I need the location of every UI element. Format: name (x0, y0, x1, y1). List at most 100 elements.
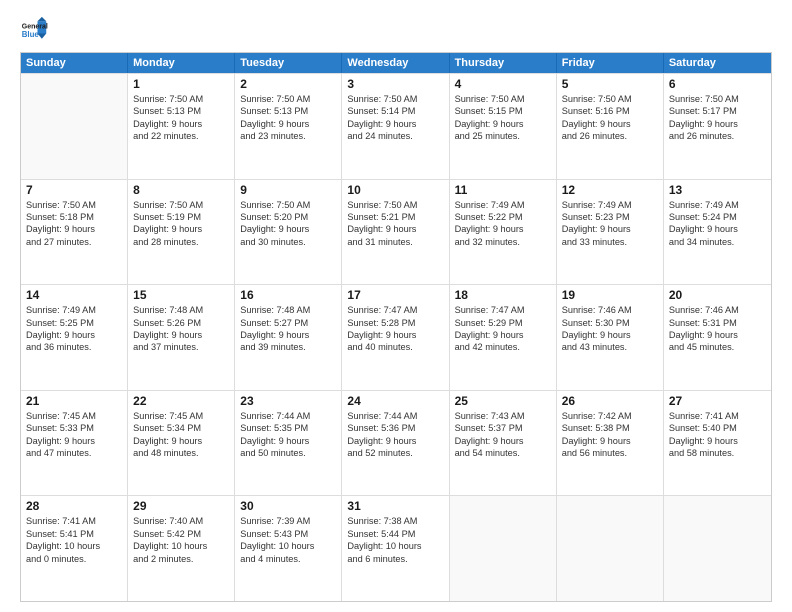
day-info: Sunrise: 7:50 AMSunset: 5:21 PMDaylight:… (347, 199, 443, 249)
calendar-header: SundayMondayTuesdayWednesdayThursdayFrid… (21, 53, 771, 73)
day-info: Sunrise: 7:44 AMSunset: 5:35 PMDaylight:… (240, 410, 336, 460)
cal-cell-r4c5 (557, 496, 664, 601)
day-number: 21 (26, 394, 122, 408)
day-number: 23 (240, 394, 336, 408)
calendar-row-4: 28 Sunrise: 7:41 AMSunset: 5:41 PMDayligh… (21, 495, 771, 601)
cal-cell-r3c0: 21Sunrise: 7:45 AMSunset: 5:33 PMDayligh… (21, 391, 128, 496)
header-day-sunday: Sunday (21, 53, 128, 73)
header-day-saturday: Saturday (664, 53, 771, 73)
cal-cell-r1c2: 9 Sunrise: 7:50 AMSunset: 5:20 PMDaylight… (235, 180, 342, 285)
cal-cell-r0c4: 4 Sunrise: 7:50 AMSunset: 5:15 PMDaylight… (450, 74, 557, 179)
header: General Blue (20, 16, 772, 44)
day-number: 27 (669, 394, 766, 408)
cal-cell-r4c3: 31Sunrise: 7:38 AMSunset: 5:44 PMDayligh… (342, 496, 449, 601)
header-day-wednesday: Wednesday (342, 53, 449, 73)
cal-cell-r0c5: 5 Sunrise: 7:50 AMSunset: 5:16 PMDaylight… (557, 74, 664, 179)
cal-cell-r4c2: 30 Sunrise: 7:39 AMSunset: 5:43 PMDayligh… (235, 496, 342, 601)
day-number: 5 (562, 77, 658, 91)
day-number: 30 (240, 499, 336, 513)
day-number: 22 (133, 394, 229, 408)
cal-cell-r1c6: 13Sunrise: 7:49 AMSunset: 5:24 PMDayligh… (664, 180, 771, 285)
page: General Blue SundayMondayTuesdayWednesda… (0, 0, 792, 612)
day-info: Sunrise: 7:38 AMSunset: 5:44 PMDaylight:… (347, 515, 443, 565)
calendar-row-2: 14Sunrise: 7:49 AMSunset: 5:25 PMDayligh… (21, 284, 771, 390)
day-info: Sunrise: 7:50 AMSunset: 5:13 PMDaylight:… (133, 93, 229, 143)
header-day-friday: Friday (557, 53, 664, 73)
cal-cell-r2c6: 20 Sunrise: 7:46 AMSunset: 5:31 PMDayligh… (664, 285, 771, 390)
cal-cell-r2c1: 15 Sunrise: 7:48 AMSunset: 5:26 PMDayligh… (128, 285, 235, 390)
day-info: Sunrise: 7:40 AMSunset: 5:42 PMDaylight:… (133, 515, 229, 565)
day-info: Sunrise: 7:39 AMSunset: 5:43 PMDaylight:… (240, 515, 336, 565)
day-info: Sunrise: 7:50 AMSunset: 5:13 PMDaylight:… (240, 93, 336, 143)
day-number: 2 (240, 77, 336, 91)
logo-icon: General Blue (20, 16, 48, 44)
cal-cell-r1c1: 8 Sunrise: 7:50 AMSunset: 5:19 PMDaylight… (128, 180, 235, 285)
calendar-row-0: 1 Sunrise: 7:50 AMSunset: 5:13 PMDaylight… (21, 73, 771, 179)
calendar-row-3: 21Sunrise: 7:45 AMSunset: 5:33 PMDayligh… (21, 390, 771, 496)
cal-cell-r3c6: 27 Sunrise: 7:41 AMSunset: 5:40 PMDayligh… (664, 391, 771, 496)
day-number: 20 (669, 288, 766, 302)
day-info: Sunrise: 7:50 AMSunset: 5:16 PMDaylight:… (562, 93, 658, 143)
day-number: 11 (455, 183, 551, 197)
day-info: Sunrise: 7:50 AMSunset: 5:15 PMDaylight:… (455, 93, 551, 143)
day-number: 17 (347, 288, 443, 302)
header-day-tuesday: Tuesday (235, 53, 342, 73)
day-number: 18 (455, 288, 551, 302)
day-number: 4 (455, 77, 551, 91)
cal-cell-r1c4: 11 Sunrise: 7:49 AMSunset: 5:22 PMDayligh… (450, 180, 557, 285)
cal-cell-r2c2: 16Sunrise: 7:48 AMSunset: 5:27 PMDayligh… (235, 285, 342, 390)
day-info: Sunrise: 7:41 AMSunset: 5:41 PMDaylight:… (26, 515, 122, 565)
day-info: Sunrise: 7:47 AMSunset: 5:28 PMDaylight:… (347, 304, 443, 354)
day-number: 10 (347, 183, 443, 197)
cal-cell-r3c5: 26Sunrise: 7:42 AMSunset: 5:38 PMDayligh… (557, 391, 664, 496)
cal-cell-r0c1: 1 Sunrise: 7:50 AMSunset: 5:13 PMDaylight… (128, 74, 235, 179)
day-info: Sunrise: 7:49 AMSunset: 5:23 PMDaylight:… (562, 199, 658, 249)
day-number: 6 (669, 77, 766, 91)
svg-text:Blue: Blue (22, 30, 40, 39)
day-info: Sunrise: 7:41 AMSunset: 5:40 PMDaylight:… (669, 410, 766, 460)
day-info: Sunrise: 7:50 AMSunset: 5:19 PMDaylight:… (133, 199, 229, 249)
day-number: 12 (562, 183, 658, 197)
calendar-body: 1 Sunrise: 7:50 AMSunset: 5:13 PMDaylight… (21, 73, 771, 601)
day-info: Sunrise: 7:48 AMSunset: 5:27 PMDaylight:… (240, 304, 336, 354)
day-info: Sunrise: 7:42 AMSunset: 5:38 PMDaylight:… (562, 410, 658, 460)
day-info: Sunrise: 7:47 AMSunset: 5:29 PMDaylight:… (455, 304, 551, 354)
cal-cell-r4c6 (664, 496, 771, 601)
day-info: Sunrise: 7:46 AMSunset: 5:31 PMDaylight:… (669, 304, 766, 354)
day-info: Sunrise: 7:44 AMSunset: 5:36 PMDaylight:… (347, 410, 443, 460)
calendar: SundayMondayTuesdayWednesdayThursdayFrid… (20, 52, 772, 602)
day-number: 13 (669, 183, 766, 197)
logo: General Blue (20, 16, 48, 44)
day-info: Sunrise: 7:49 AMSunset: 5:22 PMDaylight:… (455, 199, 551, 249)
day-number: 8 (133, 183, 229, 197)
cal-cell-r1c0: 7Sunrise: 7:50 AMSunset: 5:18 PMDaylight… (21, 180, 128, 285)
day-info: Sunrise: 7:50 AMSunset: 5:14 PMDaylight:… (347, 93, 443, 143)
cal-cell-r1c3: 10 Sunrise: 7:50 AMSunset: 5:21 PMDayligh… (342, 180, 449, 285)
cal-cell-r1c5: 12 Sunrise: 7:49 AMSunset: 5:23 PMDayligh… (557, 180, 664, 285)
cal-cell-r2c3: 17 Sunrise: 7:47 AMSunset: 5:28 PMDayligh… (342, 285, 449, 390)
cal-cell-r0c3: 3Sunrise: 7:50 AMSunset: 5:14 PMDaylight… (342, 74, 449, 179)
day-number: 29 (133, 499, 229, 513)
day-info: Sunrise: 7:50 AMSunset: 5:20 PMDaylight:… (240, 199, 336, 249)
day-info: Sunrise: 7:45 AMSunset: 5:34 PMDaylight:… (133, 410, 229, 460)
day-info: Sunrise: 7:46 AMSunset: 5:30 PMDaylight:… (562, 304, 658, 354)
cal-cell-r4c0: 28 Sunrise: 7:41 AMSunset: 5:41 PMDayligh… (21, 496, 128, 601)
calendar-row-1: 7Sunrise: 7:50 AMSunset: 5:18 PMDaylight… (21, 179, 771, 285)
day-number: 19 (562, 288, 658, 302)
cal-cell-r3c2: 23 Sunrise: 7:44 AMSunset: 5:35 PMDayligh… (235, 391, 342, 496)
header-day-monday: Monday (128, 53, 235, 73)
day-number: 15 (133, 288, 229, 302)
cal-cell-r3c1: 22 Sunrise: 7:45 AMSunset: 5:34 PMDayligh… (128, 391, 235, 496)
cal-cell-r0c0 (21, 74, 128, 179)
cal-cell-r0c6: 6Sunrise: 7:50 AMSunset: 5:17 PMDaylight… (664, 74, 771, 179)
cal-cell-r3c3: 24Sunrise: 7:44 AMSunset: 5:36 PMDayligh… (342, 391, 449, 496)
day-number: 9 (240, 183, 336, 197)
cal-cell-r2c0: 14Sunrise: 7:49 AMSunset: 5:25 PMDayligh… (21, 285, 128, 390)
day-number: 28 (26, 499, 122, 513)
cal-cell-r2c5: 19 Sunrise: 7:46 AMSunset: 5:30 PMDayligh… (557, 285, 664, 390)
day-info: Sunrise: 7:48 AMSunset: 5:26 PMDaylight:… (133, 304, 229, 354)
day-number: 14 (26, 288, 122, 302)
cal-cell-r2c4: 18 Sunrise: 7:47 AMSunset: 5:29 PMDayligh… (450, 285, 557, 390)
day-info: Sunrise: 7:43 AMSunset: 5:37 PMDaylight:… (455, 410, 551, 460)
day-number: 1 (133, 77, 229, 91)
